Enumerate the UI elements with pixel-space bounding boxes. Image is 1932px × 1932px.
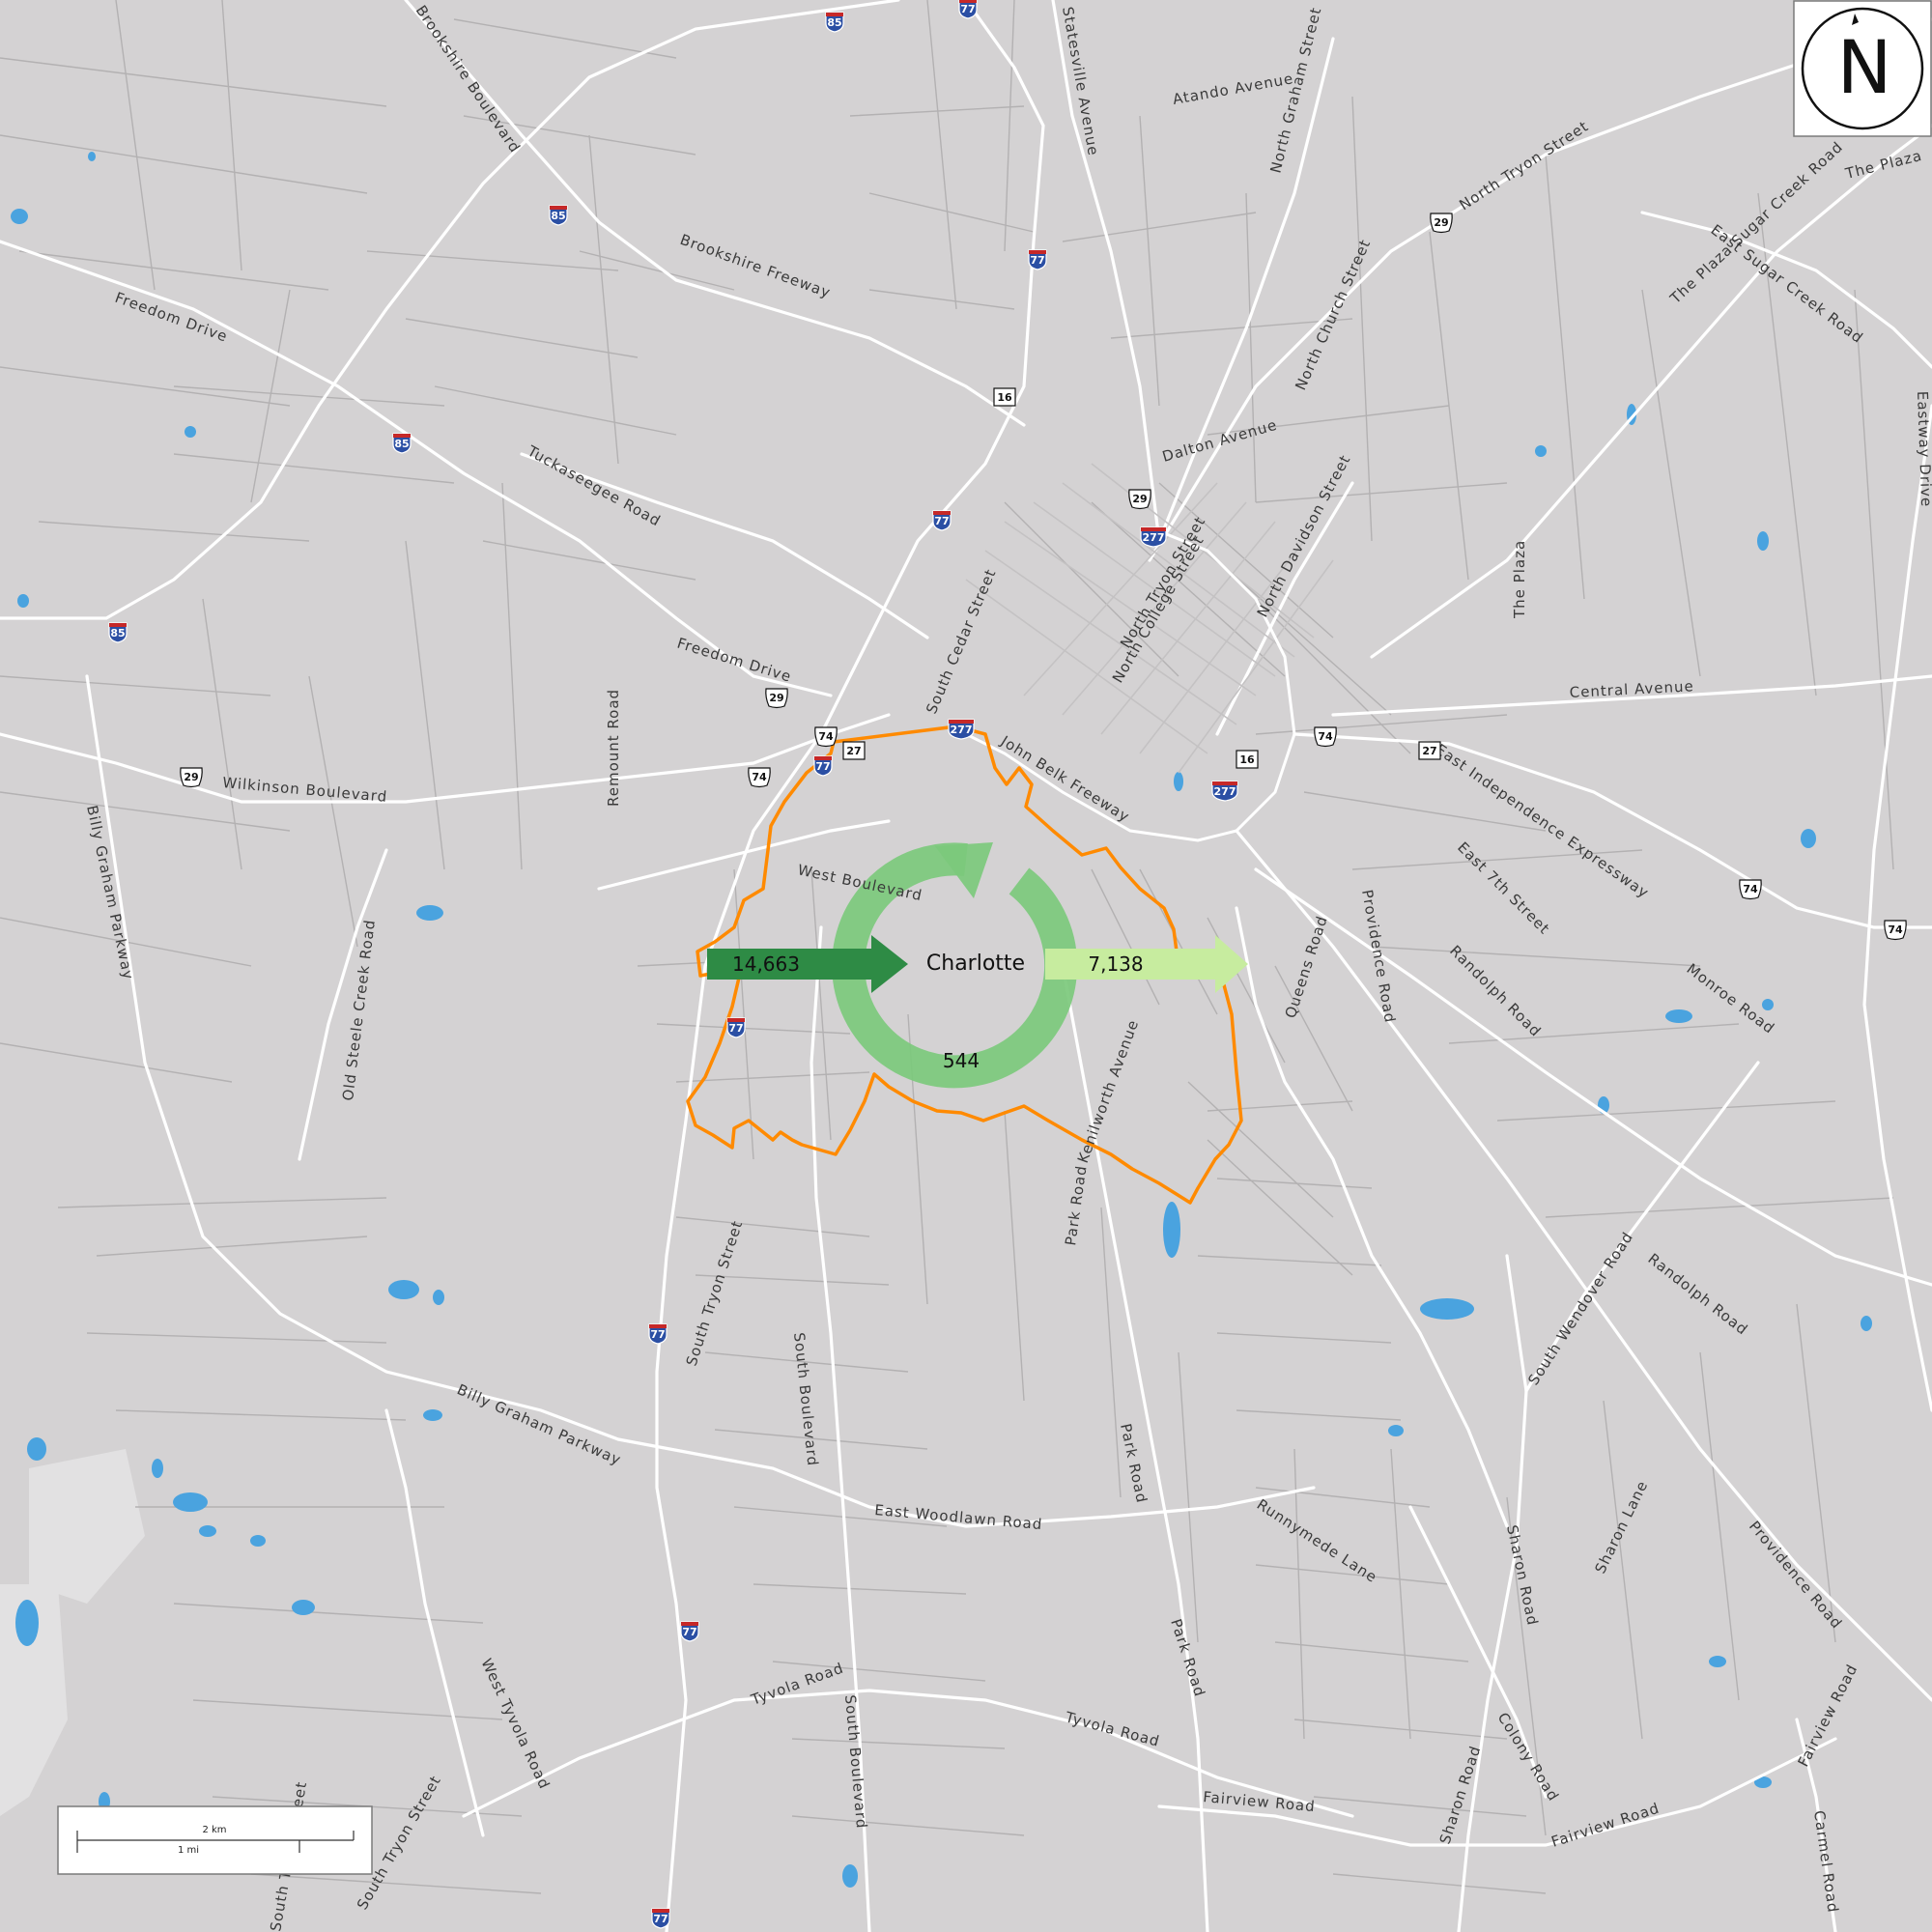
city-label: Charlotte xyxy=(926,952,1025,976)
north-label: N xyxy=(1837,24,1892,110)
north-arrow: N xyxy=(1793,0,1932,137)
map-canvas[interactable]: 14,663 7,138 544 Charlotte Brookshire Bo… xyxy=(0,0,1932,1932)
shield-number: 16 xyxy=(997,391,1012,404)
scale-mi-label: 1 mi xyxy=(178,1845,199,1856)
shield-number: 85 xyxy=(110,627,125,639)
us-route-shield: 29 xyxy=(1128,489,1151,510)
outflow-value: 7,138 xyxy=(1088,952,1143,976)
interstate-shield: 77 xyxy=(813,755,833,777)
interstate-shield: 77 xyxy=(648,1323,668,1345)
road-label: Remount Road xyxy=(605,689,622,807)
interstate-shield: 77 xyxy=(932,510,952,531)
shield-number: 85 xyxy=(394,438,409,450)
shield-number: 29 xyxy=(184,771,198,783)
us-route-shield: 74 xyxy=(1739,879,1762,900)
interstate-shield: 277 xyxy=(1211,781,1238,802)
interstate-shield: 85 xyxy=(549,205,568,226)
shield-number: 77 xyxy=(934,515,949,527)
shield-number: 74 xyxy=(1888,923,1903,936)
road-label: The Plaza xyxy=(1511,540,1528,619)
interstate-shield: 277 xyxy=(948,719,975,740)
shield-number: 29 xyxy=(1132,493,1147,505)
shield-number: 77 xyxy=(815,760,830,773)
shield-number: 74 xyxy=(752,771,767,783)
scale-km-label: 2 km xyxy=(202,1825,226,1835)
scale-bar: 2 km 1 mi xyxy=(57,1805,373,1875)
shield-number: 77 xyxy=(728,1022,743,1035)
us-route-shield: 29 xyxy=(1430,213,1453,234)
interstate-shield: 85 xyxy=(392,433,412,454)
shield-number: 277 xyxy=(951,724,973,736)
interstate-shield: 77 xyxy=(680,1621,699,1642)
state-route-shield: 27 xyxy=(842,741,866,760)
us-route-shield: 74 xyxy=(748,767,771,788)
state-route-shield: 16 xyxy=(1236,750,1259,769)
shield-number: 74 xyxy=(1743,883,1758,895)
interstate-shield: 77 xyxy=(1028,249,1047,270)
interstate-shield: 77 xyxy=(958,0,978,19)
shield-number: 16 xyxy=(1239,753,1255,766)
shield-number: 77 xyxy=(960,3,975,15)
shield-number: 77 xyxy=(682,1626,696,1638)
shield-number: 74 xyxy=(818,730,834,743)
us-route-shield: 29 xyxy=(180,767,203,788)
shield-number: 27 xyxy=(846,745,861,757)
state-route-shield: 27 xyxy=(1418,741,1441,760)
shield-number: 29 xyxy=(769,692,783,704)
shield-number: 77 xyxy=(1030,254,1044,267)
inflow-value: 14,663 xyxy=(732,952,800,976)
interstate-shield: 85 xyxy=(108,622,128,643)
shield-number: 74 xyxy=(1318,730,1333,743)
us-route-shield: 74 xyxy=(1314,726,1337,748)
us-route-shield: 74 xyxy=(1884,920,1907,941)
state-route-shield: 16 xyxy=(993,387,1016,407)
interstate-shield: 277 xyxy=(1140,526,1167,548)
interstate-shield: 85 xyxy=(825,12,844,33)
shield-number: 85 xyxy=(827,16,841,29)
interstate-shield: 77 xyxy=(726,1017,746,1038)
shield-number: 77 xyxy=(653,1913,668,1925)
interstate-shield: 77 xyxy=(651,1908,670,1929)
shield-number: 277 xyxy=(1214,785,1236,798)
us-route-shield: 74 xyxy=(814,726,838,748)
shield-number: 277 xyxy=(1143,531,1165,544)
shield-number: 29 xyxy=(1434,216,1448,229)
internal-flow-value: 544 xyxy=(943,1049,980,1072)
shield-number: 27 xyxy=(1422,745,1436,757)
us-route-shield: 29 xyxy=(765,688,788,709)
shield-number: 85 xyxy=(551,210,565,222)
shield-number: 77 xyxy=(650,1328,665,1341)
